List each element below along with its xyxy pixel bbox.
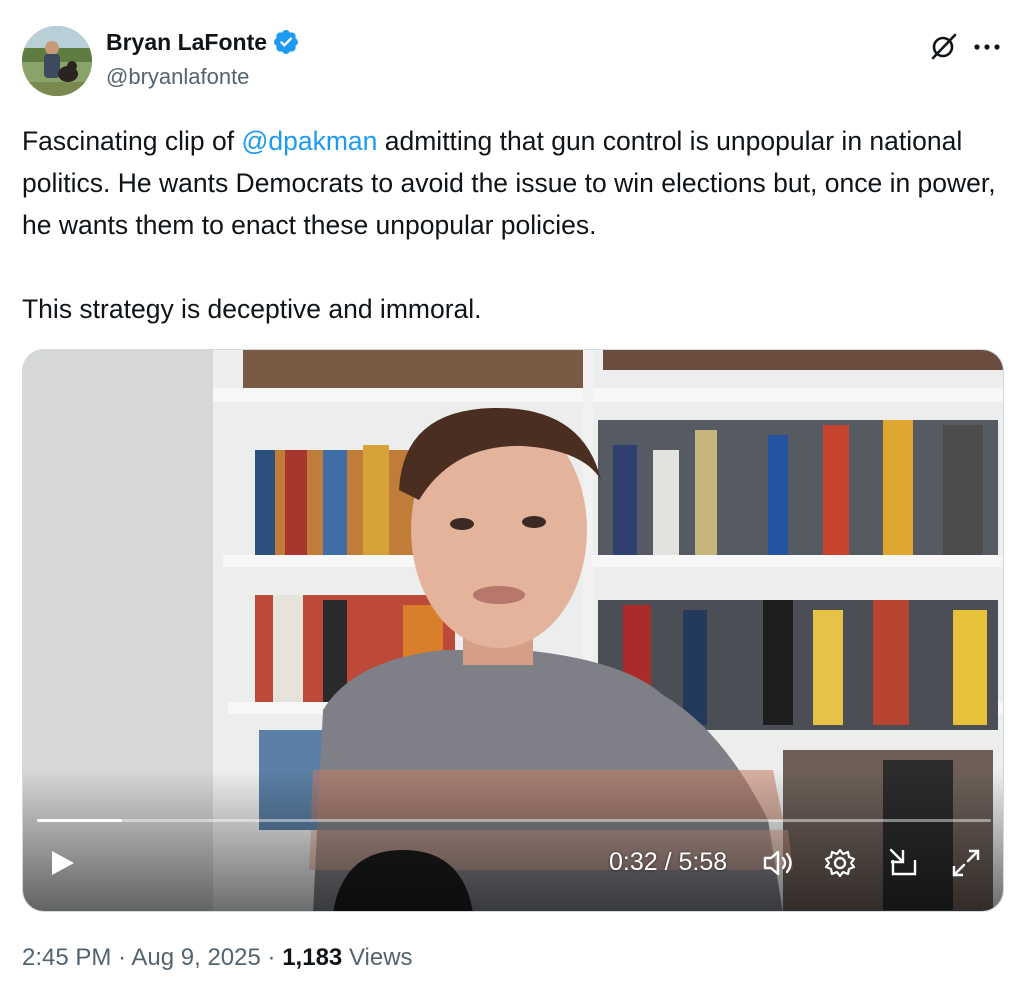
avatar[interactable]: [22, 26, 92, 96]
more-icon[interactable]: [972, 30, 1002, 62]
mention-link[interactable]: @dpakman: [241, 126, 377, 156]
settings-icon[interactable]: [823, 846, 857, 880]
tweet-date[interactable]: Aug 9, 2025: [131, 944, 260, 971]
name-row: Bryan LaFonte: [106, 28, 300, 56]
video-frame: [23, 350, 1003, 911]
tweet-header: Bryan LaFonte @bryanlafonte: [22, 24, 1002, 96]
video-player[interactable]: 0:32 / 5:58: [22, 349, 1004, 912]
pip-icon[interactable]: [887, 846, 921, 880]
progress-bar[interactable]: [37, 819, 991, 822]
fullscreen-icon[interactable]: [949, 846, 983, 880]
tweet-text: Fascinating clip of @dpakman admitting t…: [22, 120, 1007, 330]
progress-fill: [37, 819, 122, 822]
play-icon[interactable]: [47, 848, 77, 878]
user-handle[interactable]: @bryanlafonte: [106, 64, 249, 90]
time-display: 0:32 / 5:58: [609, 848, 728, 876]
verified-badge-icon: [274, 30, 298, 54]
video-controls: 0:32 / 5:58: [23, 838, 1003, 898]
tweet-time[interactable]: 2:45 PM: [22, 944, 111, 971]
grok-icon[interactable]: [928, 30, 960, 62]
views-label: Views: [348, 944, 413, 971]
volume-icon[interactable]: [761, 846, 795, 880]
meta-separator: ·: [118, 944, 127, 971]
tweet-meta: 2:45 PM · Aug 9, 2025 · 1,183 Views: [22, 944, 413, 972]
views-count[interactable]: 1,183: [282, 944, 342, 971]
meta-separator: ·: [267, 944, 276, 971]
display-name[interactable]: Bryan LaFonte: [106, 29, 267, 56]
tweet-text-part1: Fascinating clip of: [22, 126, 242, 156]
avatar-image: [22, 26, 92, 96]
